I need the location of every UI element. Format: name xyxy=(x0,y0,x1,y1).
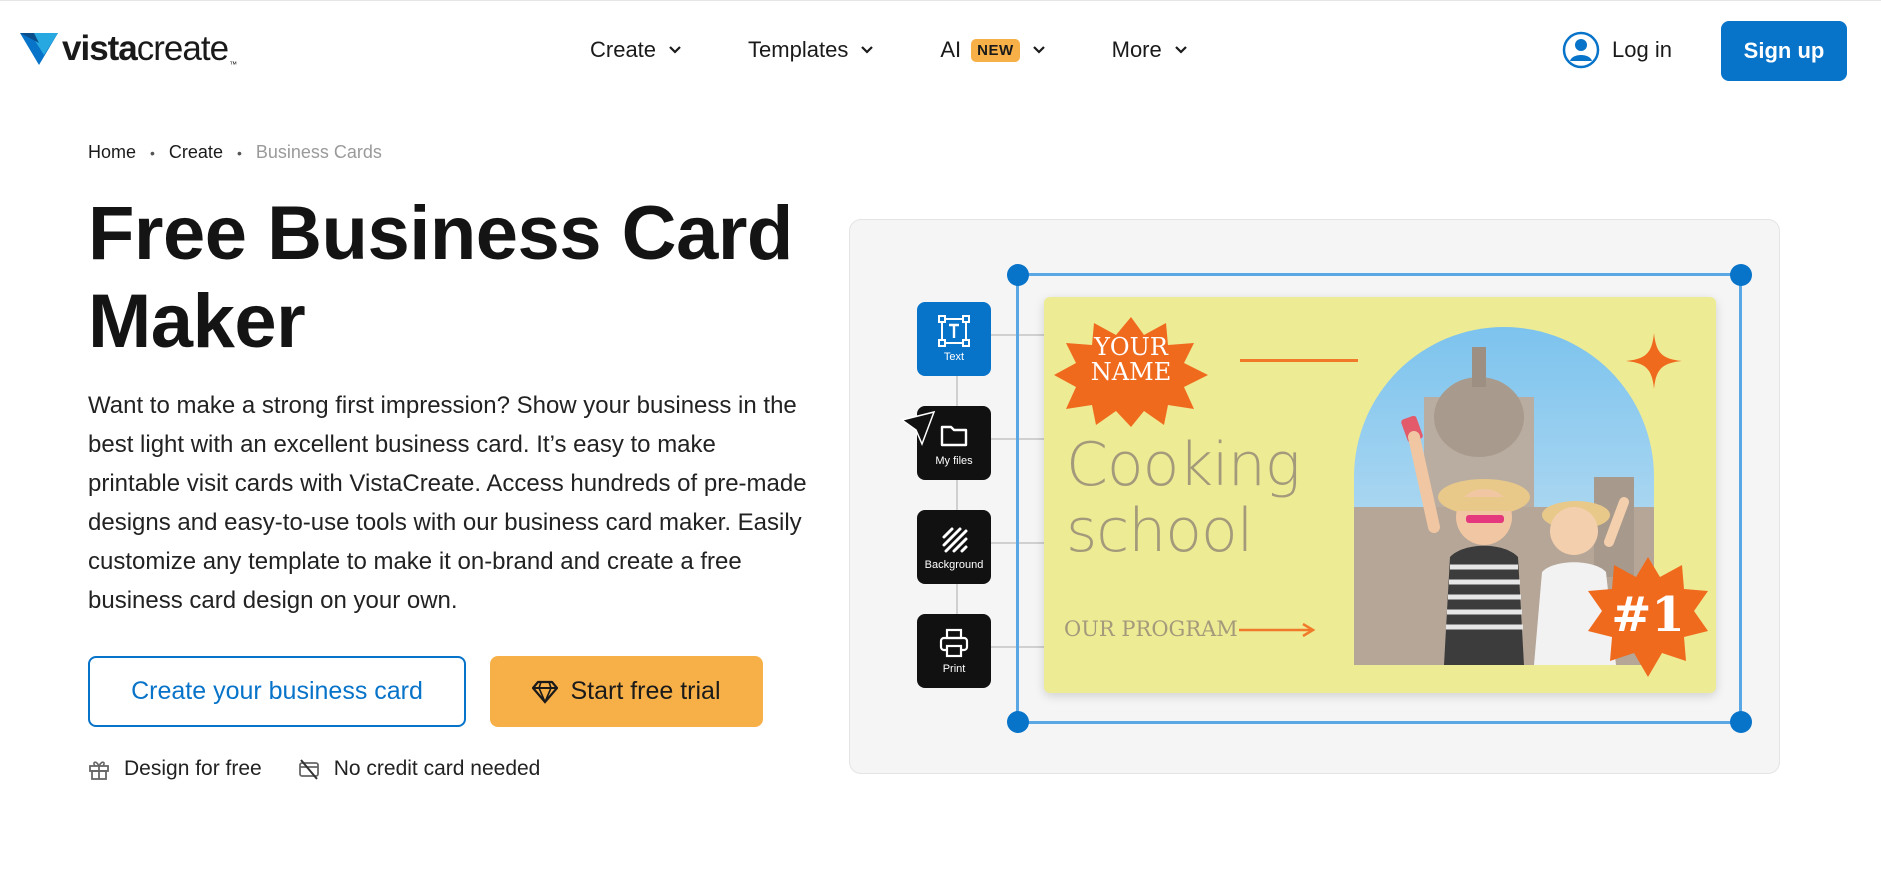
logo-wordmark: vistacreate™ xyxy=(62,29,237,69)
card-your-name: YOUR NAME xyxy=(1090,333,1172,386)
resize-handle[interactable] xyxy=(1007,711,1029,733)
folder-icon xyxy=(940,425,968,447)
site-header: vistacreate™ Create Templates AI NEW Mor… xyxy=(0,0,1881,100)
tool-label: Print xyxy=(942,663,966,675)
new-badge: NEW xyxy=(971,38,1020,62)
text-tool-icon xyxy=(938,315,970,347)
main-nav: Create Templates AI NEW More xyxy=(590,37,1254,63)
resize-handle[interactable] xyxy=(1730,711,1752,733)
diamond-icon xyxy=(532,680,559,704)
print-tool-button[interactable]: Print xyxy=(917,614,991,688)
nav-templates-label: Templates xyxy=(748,37,849,62)
resize-handle[interactable] xyxy=(1007,264,1029,286)
breadcrumb-separator: • xyxy=(150,144,155,161)
create-business-card-button[interactable]: Create your business card xyxy=(88,656,466,727)
chevron-down-icon xyxy=(1174,46,1187,54)
user-icon xyxy=(1562,31,1600,69)
tool-label: My files xyxy=(935,455,973,467)
background-icon xyxy=(942,527,968,553)
login-link[interactable]: Log in xyxy=(1562,31,1672,69)
vistacreate-logo[interactable]: vistacreate™ xyxy=(20,29,237,69)
tool-label: Background xyxy=(924,559,984,571)
printer-icon xyxy=(939,628,969,658)
business-card-preview[interactable]: YOUR NAME Cooking school OUR PROGRAM #1 xyxy=(1044,297,1716,693)
signup-button[interactable]: Sign up xyxy=(1721,21,1847,81)
perk-label: No credit card needed xyxy=(333,757,541,780)
breadcrumb-create[interactable]: Create xyxy=(169,142,223,163)
logo-mark-icon xyxy=(20,33,58,65)
text-tool-button[interactable]: Text xyxy=(917,302,991,376)
chevron-down-icon xyxy=(1032,46,1045,54)
tool-label: Text xyxy=(943,351,965,363)
selection-frame-top xyxy=(1016,273,1740,276)
chevron-down-icon xyxy=(669,46,681,54)
sparkle-shape xyxy=(1626,333,1682,389)
no-credit-card-icon xyxy=(298,759,319,780)
card-decor-line xyxy=(1240,359,1358,362)
chevron-down-icon xyxy=(861,46,874,54)
nav-ai-label: AI xyxy=(940,37,962,62)
start-free-trial-button[interactable]: Start free trial xyxy=(490,656,763,727)
hero-description: Want to make a strong first impression? … xyxy=(88,392,807,614)
breadcrumb-separator: • xyxy=(236,144,242,161)
selection-frame-left xyxy=(1016,273,1019,724)
selection-frame-bottom xyxy=(1016,721,1740,724)
start-free-trial-label: Start free trial xyxy=(570,677,721,705)
editor-illustration: Text My files Background Print YOUR NAME xyxy=(849,219,1780,774)
card-rank-badge: #1 xyxy=(1611,587,1685,643)
breadcrumb-current: Business Cards xyxy=(255,142,382,162)
nav-create[interactable]: Create xyxy=(590,37,682,63)
nav-templates[interactable]: Templates xyxy=(748,37,874,63)
page-title: Free Business Card Maker xyxy=(88,191,793,364)
perks-list: Design for free No credit card needed xyxy=(88,757,576,781)
login-label: Log in xyxy=(1612,37,1672,62)
background-tool-button[interactable]: Background xyxy=(917,510,991,584)
nav-more-label: More xyxy=(1111,37,1162,62)
nav-more[interactable]: More xyxy=(1112,37,1188,63)
resize-handle[interactable] xyxy=(1730,264,1752,286)
arrow-right-icon xyxy=(1239,623,1316,637)
perk-label: Design for free xyxy=(124,757,262,780)
nav-ai[interactable]: AI NEW xyxy=(940,37,1045,63)
selection-frame-right xyxy=(1739,273,1742,724)
card-program-label: OUR PROGRAM xyxy=(1064,617,1238,641)
perk-item: No credit card needed xyxy=(298,757,541,781)
nav-create-label: Create xyxy=(590,37,657,62)
breadcrumb: Home • Create • Business Cards xyxy=(88,142,382,163)
perk-item: Design for free xyxy=(88,757,262,781)
card-headline: Cooking school xyxy=(1066,430,1301,566)
breadcrumb-home[interactable]: Home xyxy=(88,142,136,163)
gift-icon xyxy=(89,761,109,780)
mouse-cursor-icon xyxy=(900,410,936,447)
